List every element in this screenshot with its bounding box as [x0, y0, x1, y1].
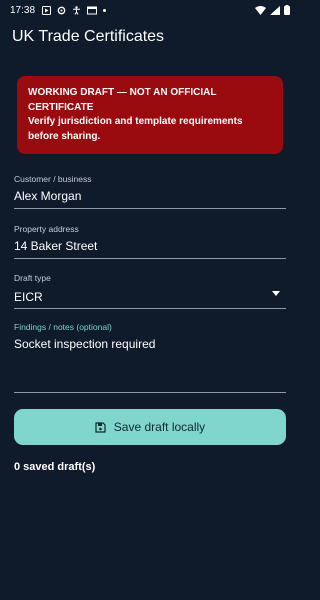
customer-input[interactable]: Alex Morgan	[14, 189, 286, 203]
notes-field[interactable]: Findings / notes (optional) Socket inspe…	[14, 322, 286, 394]
notes-underline	[14, 392, 286, 393]
address-underline	[14, 258, 286, 259]
status-time: 17:38	[10, 4, 36, 16]
signal-icon	[270, 5, 280, 15]
notes-label: Findings / notes (optional)	[14, 322, 112, 332]
notification-dot-icon	[103, 8, 107, 12]
save-button-label: Save draft locally	[113, 420, 206, 434]
battery-icon	[284, 5, 290, 15]
customer-field[interactable]: Customer / business Alex Morgan	[14, 174, 286, 210]
draft-warning-banner: WORKING DRAFT — NOT AN OFFICIAL CERTIFIC…	[17, 76, 283, 154]
notes-input[interactable]: Socket inspection required	[14, 337, 286, 351]
warning-text: WORKING DRAFT — NOT AN OFFICIAL	[28, 87, 217, 98]
wifi-icon	[255, 5, 266, 15]
screen-icon	[87, 6, 98, 14]
accessibility-icon	[73, 5, 81, 15]
settings-icon	[57, 6, 66, 14]
status-bar: 17:38	[0, 0, 300, 20]
save-draft-button[interactable]: Save draft locally	[14, 409, 286, 445]
address-label: Property address	[14, 224, 79, 234]
address-input[interactable]: 14 Baker Street	[14, 239, 286, 253]
system-icons	[255, 5, 290, 15]
warning-text: CERTIFICATE	[28, 101, 94, 113]
customer-underline	[14, 208, 286, 209]
warning-text: before sharing.	[28, 130, 101, 142]
draft-type-label: Draft type	[14, 273, 51, 283]
address-field[interactable]: Property address 14 Baker Street	[14, 224, 286, 260]
draft-type-select[interactable]: Draft type EICR	[14, 273, 286, 311]
warning-text: Verify jurisdiction and template require…	[28, 116, 243, 127]
dropdown-arrow-icon[interactable]	[272, 291, 280, 296]
notification-icons	[42, 5, 107, 15]
media-icon	[42, 5, 52, 15]
app-title: UK Trade Certificates	[12, 28, 165, 45]
customer-label: Customer / business	[14, 174, 92, 184]
draft-type-underline	[14, 308, 286, 309]
saved-drafts-count: 0 saved draft(s)	[14, 461, 96, 473]
draft-type-value[interactable]: EICR	[14, 290, 286, 304]
floppy-disk-icon	[95, 421, 106, 433]
